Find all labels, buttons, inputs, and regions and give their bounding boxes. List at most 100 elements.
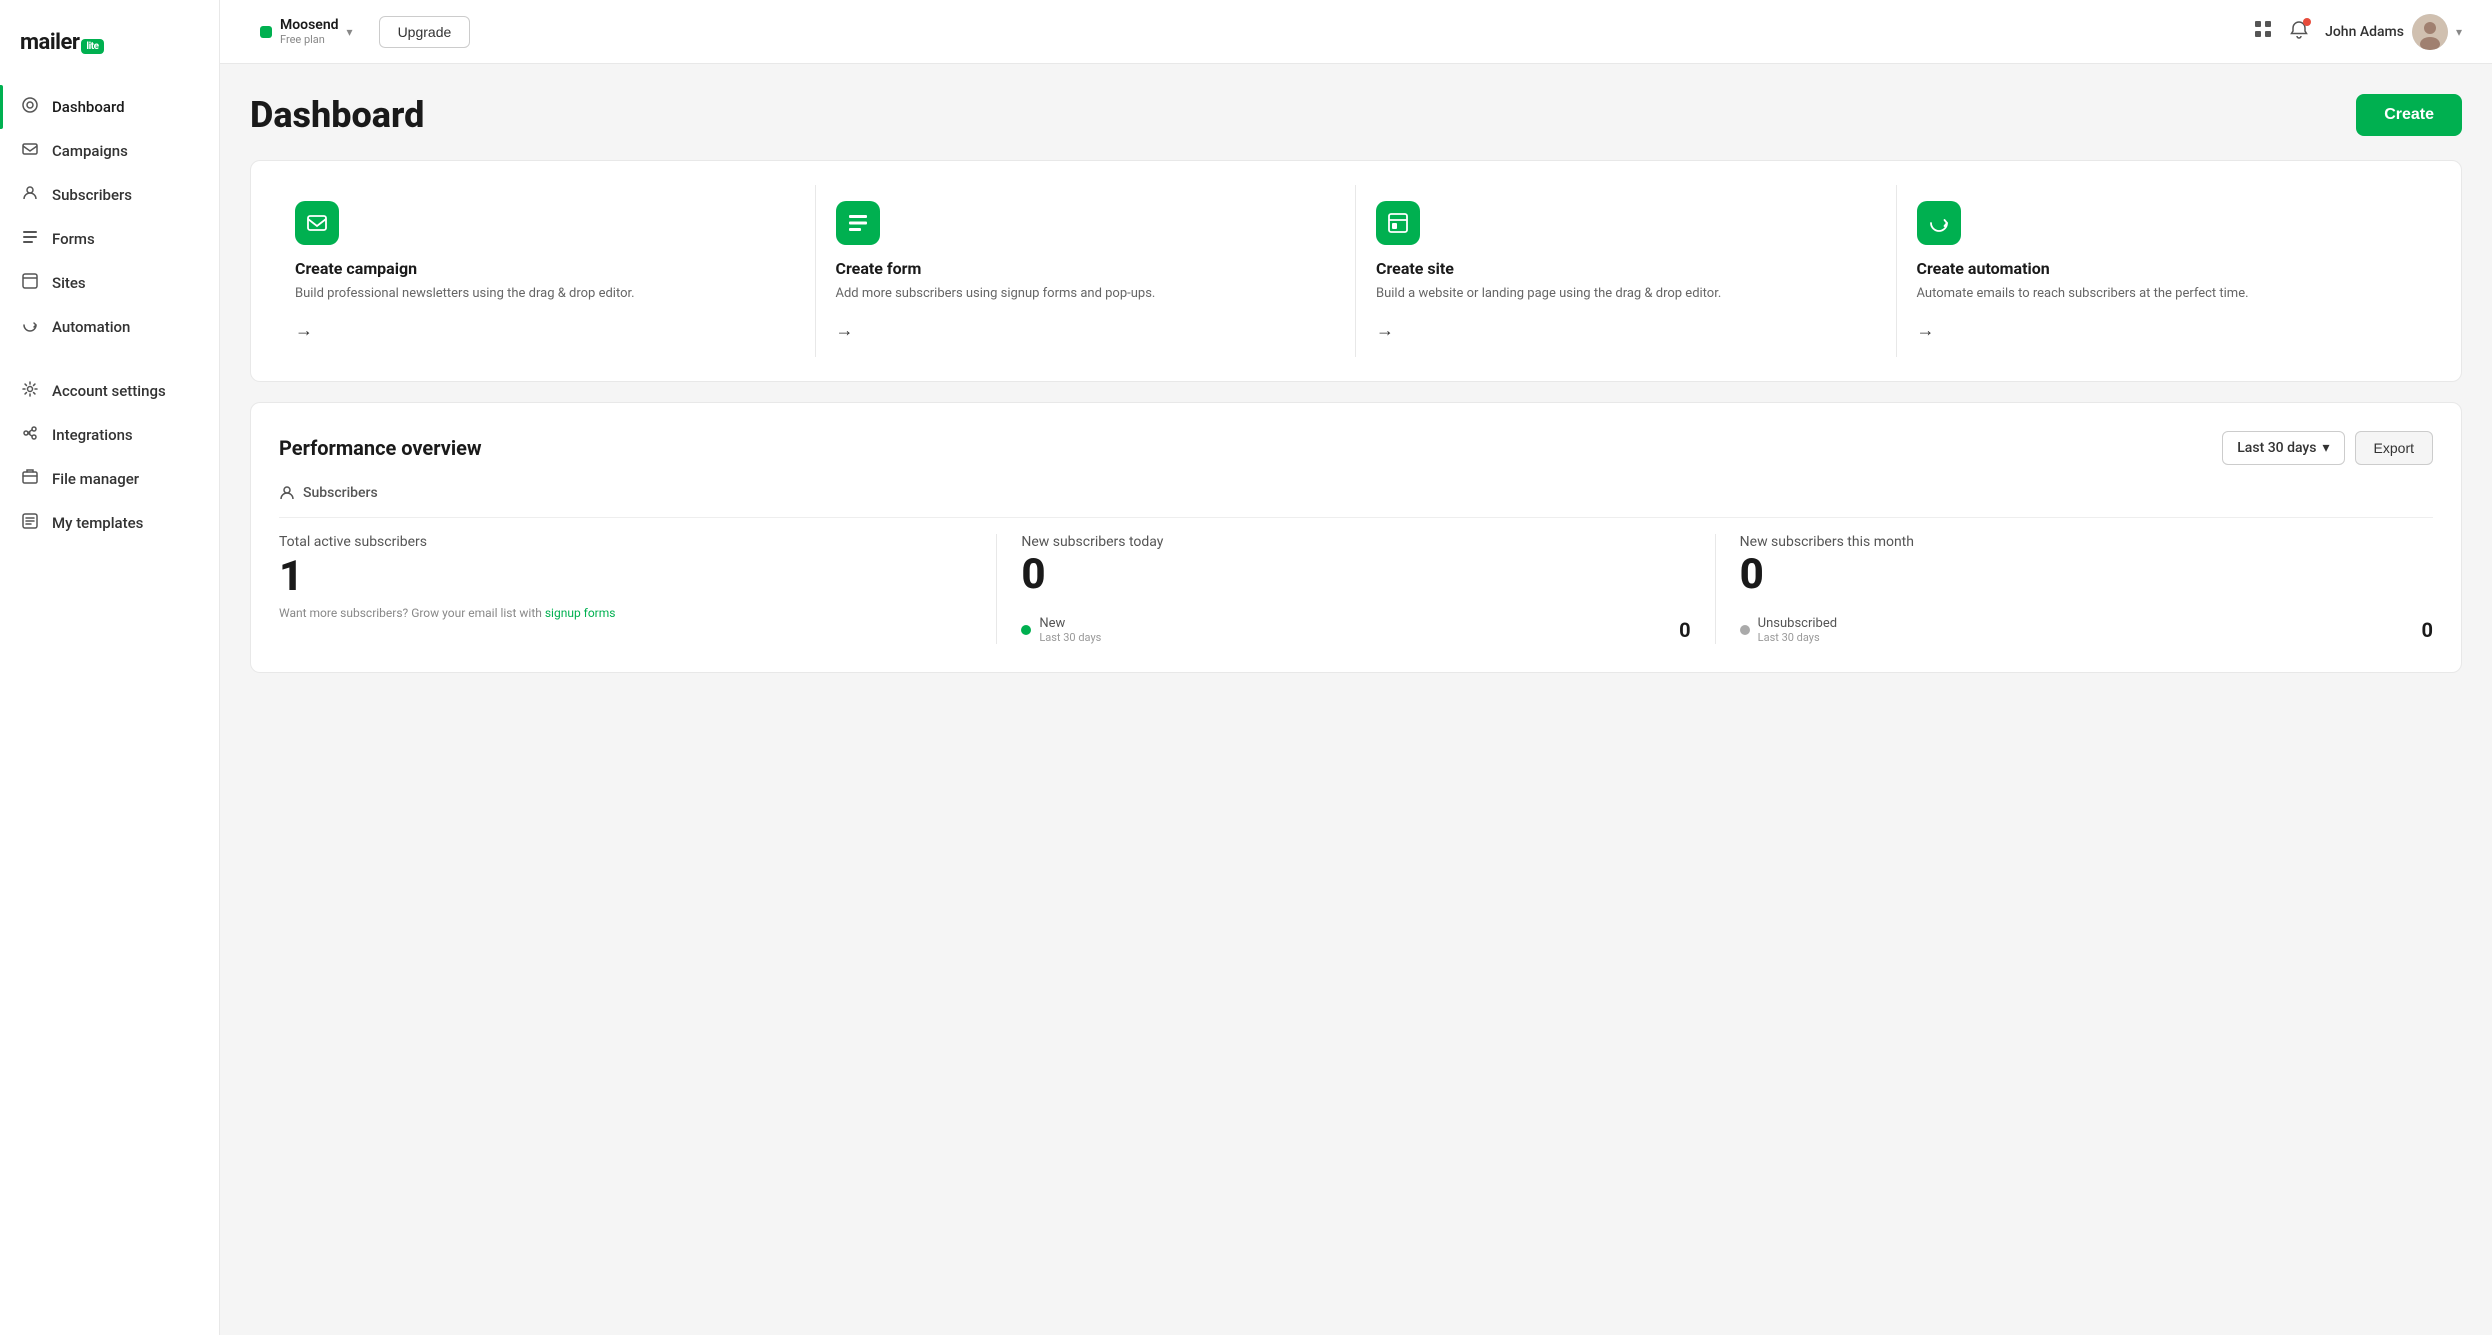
workspace-chevron-icon: ▾: [347, 25, 353, 39]
quick-action-automation[interactable]: Create automation Automate emails to rea…: [1897, 185, 2438, 357]
sub-stats-left: New Last 30 days 0: [1021, 616, 1690, 644]
sidebar-item-my-templates[interactable]: My templates: [0, 501, 219, 545]
sidebar-item-integrations[interactable]: Integrations: [0, 413, 219, 457]
logo-badge: lite: [81, 39, 103, 54]
logo-text-mailer: mailer: [20, 30, 79, 55]
logo: mailerlite: [0, 20, 219, 85]
create-button[interactable]: Create: [2356, 94, 2462, 136]
perf-title: Performance overview: [279, 436, 482, 460]
user-name: John Adams: [2325, 24, 2404, 40]
campaign-arrow: →: [295, 320, 795, 341]
new-month-value: 0: [1740, 554, 2433, 596]
new-subscribers-stat: New subscribers today 0 New Last 30 days: [997, 534, 1714, 644]
date-range-selector[interactable]: Last 30 days ▾: [2222, 431, 2344, 465]
new-dot: [1021, 625, 1031, 635]
integrations-icon: [20, 425, 40, 445]
new-month-block: New subscribers this month 0: [1740, 534, 2433, 596]
upgrade-button[interactable]: Upgrade: [379, 16, 471, 48]
site-icon-wrap: [1376, 201, 1420, 245]
topbar: Moosend Free plan ▾ Upgrade John Adams ▾: [220, 0, 2492, 64]
total-active-label: Total active subscribers: [279, 534, 972, 550]
quick-actions-grid: Create campaign Build professional newsl…: [250, 160, 2462, 382]
sidebar-item-sites-label: Sites: [52, 274, 86, 292]
campaigns-icon: [20, 141, 40, 161]
main-content: Moosend Free plan ▾ Upgrade John Adams ▾: [220, 0, 2492, 1335]
sidebar-item-subscribers[interactable]: Subscribers: [0, 173, 219, 217]
performance-section: Performance overview Last 30 days ▾ Expo…: [250, 402, 2462, 673]
unsubscribed-dot: [1740, 625, 1750, 635]
new-this-month-stat: New subscribers this month 0 Unsubscribe…: [1716, 534, 2433, 644]
automation-icon-wrap: [1917, 201, 1961, 245]
automation-arrow: →: [1917, 320, 2418, 341]
new-period-row: New Last 30 days 0: [1021, 616, 1690, 644]
site-arrow: →: [1376, 320, 1876, 341]
campaign-desc: Build professional newsletters using the…: [295, 284, 795, 304]
new-month-label: New subscribers this month: [1740, 534, 2433, 550]
sidebar-item-account-settings[interactable]: Account settings: [0, 369, 219, 413]
campaign-icon-wrap: [295, 201, 339, 245]
sidebar-item-file-manager[interactable]: File manager: [0, 457, 219, 501]
form-icon-wrap: [836, 201, 880, 245]
account-settings-icon: [20, 381, 40, 401]
workspace-dot: [260, 26, 272, 38]
total-active-stat: Total active subscribers 1 Want more sub…: [279, 534, 996, 644]
unsubscribed-value: 0: [2422, 618, 2433, 642]
sub-stats-right: Unsubscribed Last 30 days 0: [1740, 616, 2433, 644]
sidebar-item-subscribers-label: Subscribers: [52, 186, 132, 204]
sites-icon: [20, 273, 40, 293]
sidebar-item-forms-label: Forms: [52, 230, 95, 248]
total-active-note: Want more subscribers? Grow your email l…: [279, 606, 972, 620]
perf-controls: Last 30 days ▾ Export: [2222, 431, 2433, 465]
quick-action-campaign[interactable]: Create campaign Build professional newsl…: [275, 185, 816, 357]
workspace-info: Moosend Free plan: [280, 17, 339, 46]
sidebar-item-forms[interactable]: Forms: [0, 217, 219, 261]
new-period-label: New Last 30 days: [1021, 616, 1101, 644]
page-title: Dashboard: [250, 94, 424, 136]
form-arrow: →: [836, 320, 1336, 341]
sidebar-item-campaigns-label: Campaigns: [52, 142, 128, 160]
user-chevron-icon: ▾: [2456, 25, 2462, 39]
sidebar-item-my-templates-label: My templates: [52, 514, 143, 532]
total-active-value: 1: [279, 556, 972, 598]
perf-header: Performance overview Last 30 days ▾ Expo…: [279, 431, 2433, 465]
signup-forms-link[interactable]: signup forms: [545, 606, 616, 620]
automation-desc: Automate emails to reach subscribers at …: [1917, 284, 2418, 304]
sidebar: mailerlite Dashboard Campaigns Subscribe…: [0, 0, 220, 1335]
dashboard-icon: [20, 97, 40, 117]
new-today-label: New subscribers today: [1021, 534, 1690, 550]
date-range-label: Last 30 days: [2237, 440, 2316, 456]
my-templates-icon: [20, 513, 40, 533]
sidebar-item-dashboard[interactable]: Dashboard: [0, 85, 219, 129]
notifications-bell[interactable]: [2289, 20, 2309, 44]
subscribers-label-text: Subscribers: [303, 485, 378, 501]
page-header: Dashboard Create: [250, 94, 2462, 136]
workspace-selector[interactable]: Moosend Free plan ▾: [250, 11, 363, 52]
avatar: [2412, 14, 2448, 50]
quick-action-site[interactable]: Create site Build a website or landing p…: [1356, 185, 1897, 357]
unsubscribed-label: Unsubscribed Last 30 days: [1740, 616, 1837, 644]
automation-title: Create automation: [1917, 259, 2418, 278]
sidebar-item-sites[interactable]: Sites: [0, 261, 219, 305]
quick-action-form[interactable]: Create form Add more subscribers using s…: [816, 185, 1357, 357]
new-today-block: New subscribers today 0: [1021, 534, 1690, 596]
automation-icon: [20, 317, 40, 337]
user-menu[interactable]: John Adams ▾: [2325, 14, 2462, 50]
forms-icon: [20, 229, 40, 249]
new-today-value: 0: [1021, 554, 1690, 596]
form-title: Create form: [836, 259, 1336, 278]
grid-icon[interactable]: [2253, 19, 2273, 44]
notification-dot: [2303, 18, 2311, 26]
sidebar-item-dashboard-label: Dashboard: [52, 98, 125, 116]
logo-name: mailerlite: [20, 30, 104, 55]
sidebar-item-integrations-label: Integrations: [52, 426, 133, 444]
unsubscribed-row: Unsubscribed Last 30 days 0: [1740, 616, 2433, 644]
date-range-chevron-icon: ▾: [2323, 440, 2330, 456]
sidebar-item-campaigns[interactable]: Campaigns: [0, 129, 219, 173]
workspace-name: Moosend: [280, 17, 339, 33]
subscribers-section-label: Subscribers: [279, 485, 2433, 518]
workspace-plan: Free plan: [280, 33, 339, 46]
campaign-title: Create campaign: [295, 259, 795, 278]
export-button[interactable]: Export: [2355, 431, 2433, 465]
sidebar-item-automation[interactable]: Automation: [0, 305, 219, 349]
site-title: Create site: [1376, 259, 1876, 278]
